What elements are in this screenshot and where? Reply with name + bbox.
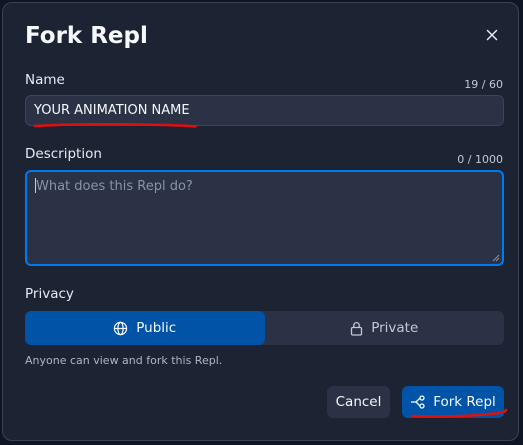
privacy-helper-text: Anyone can view and fork this Repl. [25,354,223,367]
globe-icon [114,321,128,335]
name-counter: 19 / 60 [464,78,503,91]
resize-grip-icon[interactable] [492,254,500,262]
cancel-button-label: Cancel [335,394,382,410]
name-label: Name [25,72,65,88]
privacy-toggle: Public Private [25,311,504,345]
fork-icon [411,395,425,409]
red-underline-annotation [33,123,198,128]
privacy-option-public[interactable]: Public [25,311,265,345]
description-counter: 0 / 1000 [457,153,503,166]
close-icon [486,29,498,41]
description-textarea[interactable]: What does this Repl do? [25,170,504,266]
fork-repl-dialog: Fork Repl Name 19 / 60 YOUR ANIMATION NA… [2,2,519,441]
privacy-label: Privacy [25,286,74,302]
privacy-option-private[interactable]: Private [265,311,505,345]
close-button[interactable] [479,22,505,48]
privacy-option-label: Public [136,320,177,336]
cancel-button[interactable]: Cancel [327,386,390,418]
name-input-value: YOUR ANIMATION NAME [34,103,190,118]
description-label: Description [25,146,102,162]
privacy-option-label: Private [371,320,419,336]
description-placeholder: What does this Repl do? [36,179,193,194]
lock-icon [351,321,363,336]
red-underline-annotation [410,408,508,418]
dialog-title: Fork Repl [25,23,148,49]
